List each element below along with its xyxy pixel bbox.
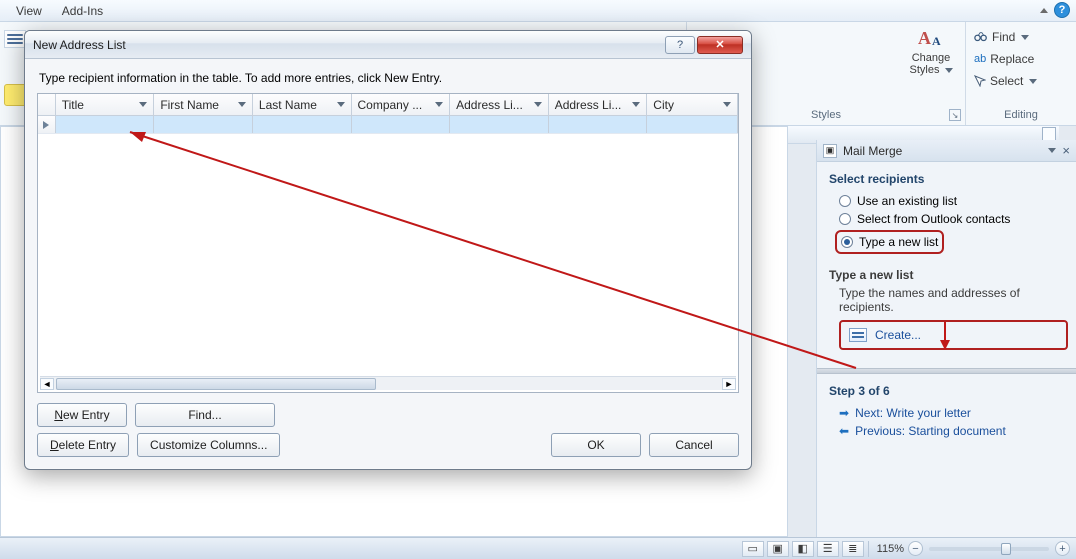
grid-horizontal-scrollbar[interactable]: ◄ ► bbox=[40, 376, 736, 390]
select-button[interactable]: Select bbox=[974, 70, 1070, 92]
editing-group-label: Editing bbox=[966, 109, 1076, 121]
radio-outlook-contacts[interactable]: Select from Outlook contacts bbox=[839, 212, 1068, 226]
customize-columns-button[interactable]: Customize Columns... bbox=[137, 433, 280, 457]
minimize-ribbon-icon[interactable] bbox=[1040, 8, 1048, 13]
grid-column-header[interactable]: Address Li... bbox=[450, 94, 549, 115]
chevron-down-icon[interactable] bbox=[337, 102, 345, 107]
address-list-grid[interactable]: TitleFirst NameLast NameCompany ...Addre… bbox=[37, 93, 739, 393]
radio-icon bbox=[839, 195, 851, 207]
grid-column-header[interactable]: Address Li... bbox=[549, 94, 648, 115]
view-web-layout-icon[interactable]: ◧ bbox=[792, 541, 814, 557]
scroll-right-icon[interactable]: ► bbox=[722, 378, 736, 390]
styles-dialog-launcher-icon[interactable]: ↘ bbox=[949, 109, 961, 121]
replace-icon: ab bbox=[974, 53, 986, 65]
menu-view[interactable]: View bbox=[6, 2, 52, 20]
delete-entry-button[interactable]: Delete Entry bbox=[37, 433, 129, 457]
task-pane-header: ▣ Mail Merge × bbox=[817, 140, 1076, 162]
create-link[interactable]: Create... bbox=[875, 328, 921, 342]
grid-cell[interactable] bbox=[450, 116, 549, 133]
new-address-list-dialog: New Address List ? ✕ Type recipient info… bbox=[24, 30, 752, 470]
editing-group: Find ab Replace Select Editing bbox=[966, 22, 1076, 125]
chevron-down-icon[interactable] bbox=[139, 102, 147, 107]
dialog-help-button[interactable]: ? bbox=[665, 36, 695, 54]
menu-bar: View Add-Ins ? bbox=[0, 0, 1076, 22]
help-icon: ? bbox=[677, 39, 683, 51]
create-button[interactable]: Create... bbox=[839, 320, 1068, 350]
zoom-out-button[interactable]: − bbox=[908, 541, 923, 556]
grid-column-header[interactable]: Company ... bbox=[352, 94, 451, 115]
taskpane-switch-icon[interactable]: ▣ bbox=[823, 144, 837, 158]
find-button[interactable]: Find bbox=[974, 26, 1070, 48]
view-print-layout-icon[interactable]: ▭ bbox=[742, 541, 764, 557]
find-icon bbox=[974, 30, 988, 44]
view-outline-icon[interactable]: ☰ bbox=[817, 541, 839, 557]
view-full-screen-icon[interactable]: ▣ bbox=[767, 541, 789, 557]
scroll-left-icon[interactable]: ◄ bbox=[40, 378, 54, 390]
radio-newlist-label: Type a new list bbox=[859, 235, 938, 249]
new-entry-button[interactable]: New Entry bbox=[37, 403, 127, 427]
dialog-instruction: Type recipient information in the table.… bbox=[39, 71, 739, 85]
zoom-percentage[interactable]: 115% bbox=[877, 543, 904, 555]
ok-button[interactable]: OK bbox=[551, 433, 641, 457]
grid-column-header[interactable]: City bbox=[647, 94, 738, 115]
taskpane-menu-icon[interactable] bbox=[1048, 148, 1056, 153]
pane-divider[interactable] bbox=[817, 368, 1076, 374]
chevron-down-icon[interactable] bbox=[238, 102, 246, 107]
grid-column-header[interactable]: First Name bbox=[154, 94, 253, 115]
mail-merge-pane: ▣ Mail Merge × Select recipients Use an … bbox=[816, 140, 1076, 537]
ruler-toggle-icon[interactable] bbox=[1042, 127, 1056, 141]
status-bar: ▭ ▣ ◧ ☰ ≣ 115% − + bbox=[0, 537, 1076, 559]
dialog-titlebar[interactable]: New Address List ? ✕ bbox=[25, 31, 751, 59]
create-list-icon bbox=[849, 328, 867, 342]
grid-cell[interactable] bbox=[154, 116, 253, 133]
grid-column-header[interactable]: Last Name bbox=[253, 94, 352, 115]
select-icon bbox=[974, 75, 986, 87]
scrollbar-thumb[interactable] bbox=[56, 378, 376, 390]
type-new-list-description: Type the names and addresses of recipien… bbox=[839, 286, 1068, 314]
close-icon: ✕ bbox=[715, 38, 724, 51]
previous-step-link[interactable]: ⬅ Previous: Starting document bbox=[839, 424, 1068, 438]
taskpane-close-icon[interactable]: × bbox=[1062, 143, 1070, 158]
view-draft-icon[interactable]: ≣ bbox=[842, 541, 864, 557]
arrow-left-icon: ⬅ bbox=[839, 424, 849, 438]
zoom-in-button[interactable]: + bbox=[1055, 541, 1070, 556]
change-styles-icon: AA bbox=[916, 28, 946, 50]
task-pane-title: Mail Merge bbox=[843, 144, 902, 158]
chevron-down-icon[interactable] bbox=[435, 102, 443, 107]
grid-current-row-indicator bbox=[38, 116, 56, 133]
zoom-slider[interactable] bbox=[929, 547, 1049, 551]
radio-existing-list[interactable]: Use an existing list bbox=[839, 194, 1068, 208]
menu-addins[interactable]: Add-Ins bbox=[52, 2, 113, 20]
bullets-icon[interactable] bbox=[4, 30, 26, 48]
chevron-down-icon[interactable] bbox=[723, 102, 731, 107]
change-styles-button[interactable]: AA Change Styles bbox=[905, 28, 957, 76]
find-button[interactable]: Find... bbox=[135, 403, 275, 427]
radio-type-new-list[interactable]: Type a new list bbox=[841, 235, 938, 249]
zoom-slider-thumb[interactable] bbox=[1001, 543, 1011, 555]
arrow-right-icon: ➡ bbox=[839, 406, 849, 420]
grid-cell[interactable] bbox=[352, 116, 451, 133]
cancel-button[interactable]: Cancel bbox=[649, 433, 739, 457]
grid-cell[interactable] bbox=[56, 116, 155, 133]
dialog-title: New Address List bbox=[33, 38, 126, 52]
radio-icon bbox=[841, 236, 853, 248]
grid-cell[interactable] bbox=[253, 116, 352, 133]
dialog-close-button[interactable]: ✕ bbox=[697, 36, 743, 54]
radio-icon bbox=[839, 213, 851, 225]
help-icon[interactable]: ? bbox=[1054, 2, 1070, 18]
grid-column-header[interactable]: Title bbox=[56, 94, 155, 115]
radio-existing-label: Use an existing list bbox=[857, 194, 957, 208]
step-heading: Step 3 of 6 bbox=[829, 384, 1068, 398]
radio-outlook-label: Select from Outlook contacts bbox=[857, 212, 1010, 226]
select-recipients-heading: Select recipients bbox=[829, 172, 1068, 186]
type-new-list-heading: Type a new list bbox=[829, 268, 1068, 282]
grid-row-header bbox=[38, 94, 56, 115]
replace-button[interactable]: ab Replace bbox=[974, 48, 1070, 70]
grid-cell[interactable] bbox=[647, 116, 738, 133]
grid-cell[interactable] bbox=[549, 116, 648, 133]
next-step-link[interactable]: ➡ Next: Write your letter bbox=[839, 406, 1068, 420]
chevron-down-icon[interactable] bbox=[632, 102, 640, 107]
chevron-down-icon[interactable] bbox=[534, 102, 542, 107]
